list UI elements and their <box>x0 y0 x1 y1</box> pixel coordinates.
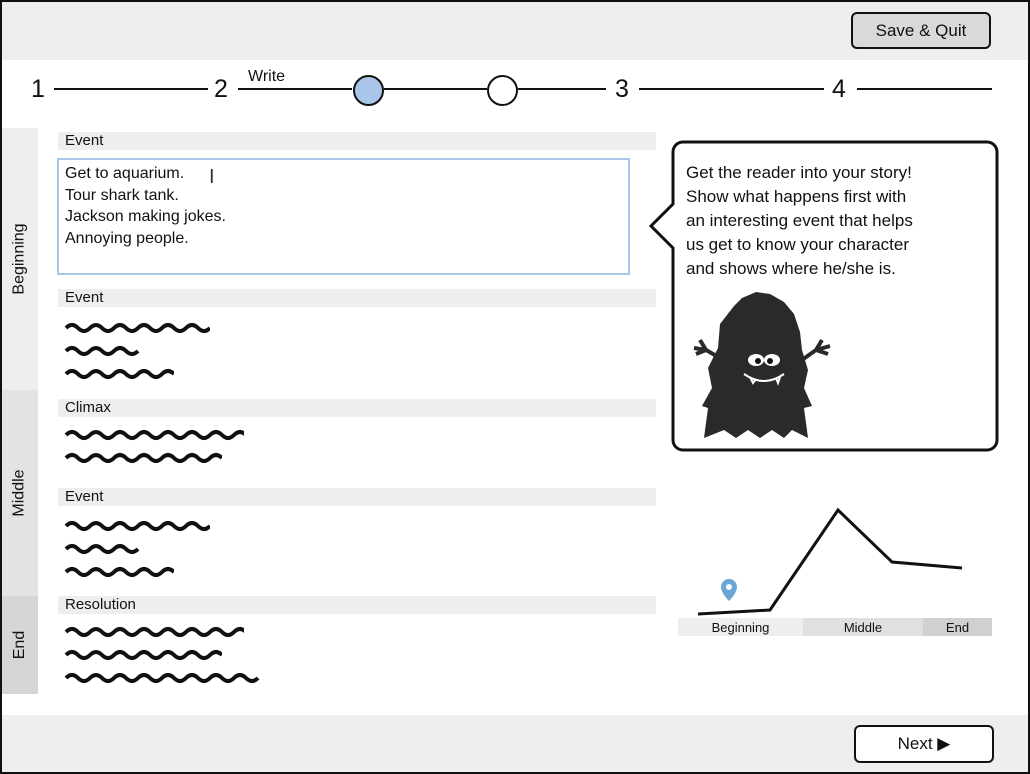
editor-line: Annoying people. <box>65 229 189 247</box>
placeholder-scribble <box>64 430 244 440</box>
step-connector <box>639 88 824 90</box>
event-label: Event <box>58 132 656 150</box>
section-tab-label: Middle <box>11 469 29 517</box>
placeholder-scribble <box>64 544 140 554</box>
step-1[interactable]: 1 <box>31 75 45 104</box>
app-window: Save & Quit 1 2 Write 3 4 Beginning Midd… <box>0 0 1030 774</box>
editor-line: Get to aquarium. <box>65 165 185 182</box>
map-pin-icon <box>721 579 737 601</box>
substep-current[interactable] <box>353 75 384 106</box>
placeholder-scribble <box>64 346 140 356</box>
placeholder-scribble <box>64 521 210 531</box>
step-4[interactable]: 4 <box>832 75 846 104</box>
section-tab-end[interactable]: End <box>2 596 38 694</box>
monster-mascot-icon <box>693 292 831 438</box>
step-connector <box>384 88 487 90</box>
arc-segment-middle: Middle <box>803 618 923 636</box>
placeholder-scribble <box>64 567 174 577</box>
placeholder-scribble <box>64 650 222 660</box>
arc-segment-beginning: Beginning <box>678 618 803 636</box>
progress-stepper: 1 2 Write 3 4 <box>2 60 1028 120</box>
editor-line: Jackson making jokes. <box>65 208 226 225</box>
step-3[interactable]: 3 <box>615 75 629 104</box>
section-label[interactable]: Resolution <box>58 596 656 614</box>
placeholder-scribble <box>64 323 210 333</box>
placeholder-scribble <box>64 627 244 637</box>
section-tab-label: Beginning <box>11 223 29 295</box>
placeholder-scribble <box>64 453 222 463</box>
step-connector <box>518 88 606 90</box>
text-cursor-icon: I <box>209 166 215 188</box>
placeholder-scribble <box>64 369 174 379</box>
step-2-sublabel: Write <box>248 68 286 85</box>
save-quit-button[interactable]: Save & Quit <box>851 12 991 49</box>
step-connector <box>857 88 992 90</box>
substep-next[interactable] <box>487 75 518 106</box>
section-tab-beginning[interactable]: Beginning <box>2 128 38 390</box>
tip-line: and shows where he/she is. <box>686 259 896 278</box>
tip-line: Show what happens first with <box>686 187 907 206</box>
tip-line: Get the reader into your story! <box>686 163 912 182</box>
event-text-editor[interactable]: Get to aquarium. Tour shark tank. Jackso… <box>57 158 630 275</box>
section-label[interactable]: Event <box>58 488 656 506</box>
step-2[interactable]: 2 <box>214 75 228 104</box>
next-button[interactable]: Next ▶ <box>854 725 994 763</box>
tip-line: us get to know your character <box>686 235 910 254</box>
placeholder-scribble <box>64 673 260 683</box>
tip-text: Get the reader into your story! Show wha… <box>686 161 986 281</box>
arc-segment-end: End <box>923 618 992 636</box>
step-connector <box>238 88 352 90</box>
section-label[interactable]: Event <box>58 289 656 307</box>
section-label[interactable]: Climax <box>58 399 656 417</box>
section-tab-middle[interactable]: Middle <box>2 390 38 596</box>
section-tab-label: End <box>11 630 28 660</box>
step-connector <box>54 88 208 90</box>
editor-line: Tour shark tank. <box>65 186 179 204</box>
tip-line: an interesting event that helps <box>686 211 913 230</box>
